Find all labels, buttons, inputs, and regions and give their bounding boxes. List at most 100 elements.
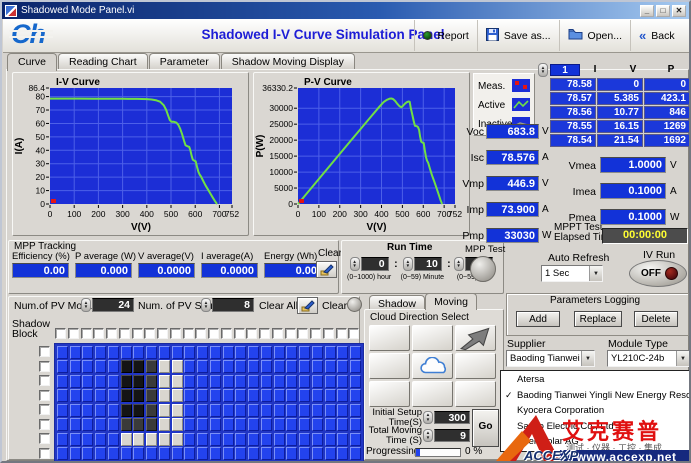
shadow-cell[interactable] — [57, 433, 68, 446]
shadow-col-checkbox[interactable] — [93, 328, 104, 339]
shadow-col-checkbox[interactable] — [170, 328, 181, 339]
shadow-cell[interactable] — [197, 404, 208, 417]
shadow-cell[interactable] — [108, 360, 119, 373]
total-moving-value[interactable]: 9 — [434, 429, 470, 442]
chevron-down-icon[interactable]: ▼ — [581, 351, 594, 366]
shadow-cell[interactable] — [197, 346, 208, 359]
shadow-cell[interactable] — [261, 375, 272, 388]
shadow-cell[interactable] — [312, 404, 323, 417]
shadow-cell[interactable] — [210, 389, 221, 402]
shadow-cell[interactable] — [121, 346, 132, 359]
shadow-cell[interactable] — [95, 433, 106, 446]
shadow-cell[interactable] — [108, 404, 119, 417]
shadow-cell[interactable] — [350, 404, 361, 417]
cloud-direction-button[interactable] — [369, 325, 410, 351]
shadow-cell[interactable] — [286, 447, 297, 460]
shadow-col-checkbox[interactable] — [272, 328, 283, 339]
shadow-cell[interactable] — [274, 433, 285, 446]
shadow-cell[interactable] — [159, 447, 170, 460]
shadow-cell[interactable] — [184, 447, 195, 460]
shadow-cell[interactable] — [121, 389, 132, 402]
run-time-spinner[interactable]: ▲▼10(0~59) Minute — [401, 257, 444, 281]
shadow-cell[interactable] — [350, 375, 361, 388]
shadow-cell[interactable] — [159, 375, 170, 388]
report-button[interactable]: Report — [414, 20, 477, 51]
shadow-cell[interactable] — [286, 375, 297, 388]
spinner-arrows-icon[interactable]: ▲▼ — [403, 257, 413, 271]
shadow-cell[interactable] — [108, 418, 119, 431]
shadow-cell[interactable] — [248, 389, 259, 402]
shadow-cell[interactable] — [184, 360, 195, 373]
shadow-cell[interactable] — [82, 375, 93, 388]
shadow-cell[interactable] — [223, 404, 234, 417]
shadow-cell[interactable] — [172, 418, 183, 431]
shadow-cell[interactable] — [57, 404, 68, 417]
shadow-cell[interactable] — [133, 375, 144, 388]
shadow-cell[interactable] — [248, 375, 259, 388]
chevron-down-icon[interactable]: ▼ — [676, 351, 689, 366]
shadow-cell[interactable] — [133, 447, 144, 460]
tab-reading-chart[interactable]: Reading Chart — [58, 53, 148, 69]
shadow-cell[interactable] — [172, 346, 183, 359]
table-column-spinner[interactable]: ▲▼ — [538, 63, 548, 77]
clear-all-button[interactable] — [297, 297, 318, 314]
shadow-cell[interactable] — [312, 418, 323, 431]
shadow-cell[interactable] — [197, 360, 208, 373]
shadow-col-checkbox[interactable] — [259, 328, 270, 339]
shadow-cell[interactable] — [82, 360, 93, 373]
shadow-cell[interactable] — [184, 404, 195, 417]
shadow-cell[interactable] — [223, 389, 234, 402]
shadow-cell[interactable] — [184, 433, 195, 446]
shadow-cell[interactable] — [210, 360, 221, 373]
shadow-cell[interactable] — [70, 447, 81, 460]
num-pv-string-value[interactable]: 8 — [212, 298, 254, 312]
shadow-cell[interactable] — [121, 375, 132, 388]
shadow-cell[interactable] — [146, 360, 157, 373]
shadow-cell[interactable] — [108, 447, 119, 460]
shadow-cell[interactable] — [248, 360, 259, 373]
shadow-cell[interactable] — [210, 433, 221, 446]
shadow-row-checkbox[interactable] — [39, 361, 50, 372]
num-pv-module-value[interactable]: 24 — [92, 298, 134, 312]
shadow-cell[interactable] — [286, 360, 297, 373]
shadow-cell[interactable] — [82, 433, 93, 446]
shadow-cell[interactable] — [197, 375, 208, 388]
shadow-cell[interactable] — [70, 433, 81, 446]
shadow-cell[interactable] — [223, 433, 234, 446]
shadow-col-checkbox[interactable] — [106, 328, 117, 339]
shadow-cell[interactable] — [57, 389, 68, 402]
shadow-cell[interactable] — [325, 360, 336, 373]
total-moving-spinner[interactable]: ▲▼ — [423, 429, 433, 442]
shadow-cell[interactable] — [121, 447, 132, 460]
shadow-cell[interactable] — [159, 433, 170, 446]
save-as-button[interactable]: Save as... — [477, 20, 559, 51]
shadow-cell[interactable] — [325, 447, 336, 460]
cloud-direction-button[interactable] — [455, 381, 496, 407]
shadow-col-checkbox[interactable] — [157, 328, 168, 339]
back-button[interactable]: « Back — [630, 20, 688, 51]
shadow-col-checkbox[interactable] — [144, 328, 155, 339]
shadow-cell[interactable] — [286, 346, 297, 359]
shadow-col-checkbox[interactable] — [297, 328, 308, 339]
shadow-cell[interactable] — [350, 346, 361, 359]
shadow-cell[interactable] — [248, 346, 259, 359]
shadow-col-checkbox[interactable] — [246, 328, 257, 339]
shadow-col-checkbox[interactable] — [132, 328, 143, 339]
shadow-cell[interactable] — [82, 404, 93, 417]
shadow-col-checkbox[interactable] — [119, 328, 130, 339]
shadow-col-checkbox[interactable] — [195, 328, 206, 339]
tab-shadow[interactable]: Shadow — [369, 295, 425, 310]
shadow-cell[interactable] — [337, 360, 348, 373]
shadow-cell[interactable] — [95, 404, 106, 417]
shadow-cell[interactable] — [274, 360, 285, 373]
shadow-cell[interactable] — [350, 360, 361, 373]
shadow-row-checkbox[interactable] — [39, 419, 50, 430]
shadow-cell[interactable] — [82, 346, 93, 359]
shadow-cell[interactable] — [133, 389, 144, 402]
shadow-cell[interactable] — [274, 375, 285, 388]
spinner-arrows-icon[interactable]: ▲▼ — [454, 257, 464, 271]
shadow-cell[interactable] — [261, 360, 272, 373]
minimize-button[interactable]: _ — [640, 5, 654, 17]
shadow-cell[interactable] — [70, 346, 81, 359]
shadow-cell[interactable] — [325, 375, 336, 388]
